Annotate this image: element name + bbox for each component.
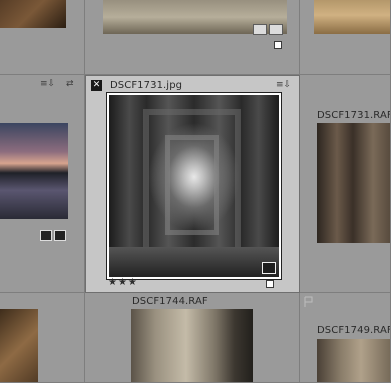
rotate-left-icon[interactable]: ≡⇩ [40, 79, 55, 89]
star-rating[interactable]: ★★★ [108, 277, 138, 288]
rotate-right-icon[interactable]: ⇄ [66, 79, 74, 89]
grid-cell-selected[interactable]: ✕ DSCF1731.jpg ≡⇩ ★★★ [85, 75, 300, 293]
filename-label: DSCF1744.RAF [132, 296, 208, 307]
edit-badge-icon[interactable] [269, 24, 283, 35]
grid-cell-top-right[interactable] [300, 0, 391, 75]
corridor-frame-inner [165, 135, 219, 235]
rotate-left-icon[interactable]: ≡⇩ [276, 80, 291, 90]
grid-cell-bottom-right[interactable]: DSCF1749.RAF [300, 293, 391, 383]
metadata-badge-icon[interactable] [253, 24, 267, 35]
grid-cell-bottom-left[interactable] [0, 293, 85, 383]
thumbnail[interactable] [0, 309, 38, 382]
thumbnail[interactable] [314, 0, 390, 34]
grid-cell-top-left[interactable] [0, 0, 85, 75]
collection-badge-icon[interactable] [40, 230, 52, 241]
grid-cell-top-middle[interactable] [85, 0, 300, 75]
quick-collection-checkbox[interactable] [266, 280, 274, 288]
corridor-floor [109, 247, 279, 277]
edit-badge-icon[interactable] [54, 230, 66, 241]
grid-cell-middle-left[interactable]: ≡⇩ ⇄ [0, 75, 85, 293]
thumbnail[interactable] [317, 339, 390, 382]
thumbnail[interactable] [0, 0, 66, 28]
quick-collection-checkbox[interactable] [274, 41, 282, 49]
thumbnail[interactable] [131, 309, 253, 382]
filename-label: DSCF1731.jpg [110, 80, 183, 91]
flag-icon[interactable] [304, 296, 314, 308]
thumbnail[interactable] [106, 92, 282, 280]
grid-cell-bottom-middle[interactable]: DSCF1744.RAF [85, 293, 300, 383]
thumbnail[interactable] [0, 123, 68, 219]
edit-badge-icon[interactable] [262, 262, 276, 274]
reject-flag-icon[interactable]: ✕ [91, 80, 102, 91]
thumbnail[interactable] [317, 123, 390, 243]
filename-label: DSCF1749.RAF [317, 325, 391, 336]
filename-label: DSCF1731.RAF [317, 110, 391, 121]
grid-cell-middle-right[interactable]: DSCF1731.RAF [300, 75, 391, 293]
